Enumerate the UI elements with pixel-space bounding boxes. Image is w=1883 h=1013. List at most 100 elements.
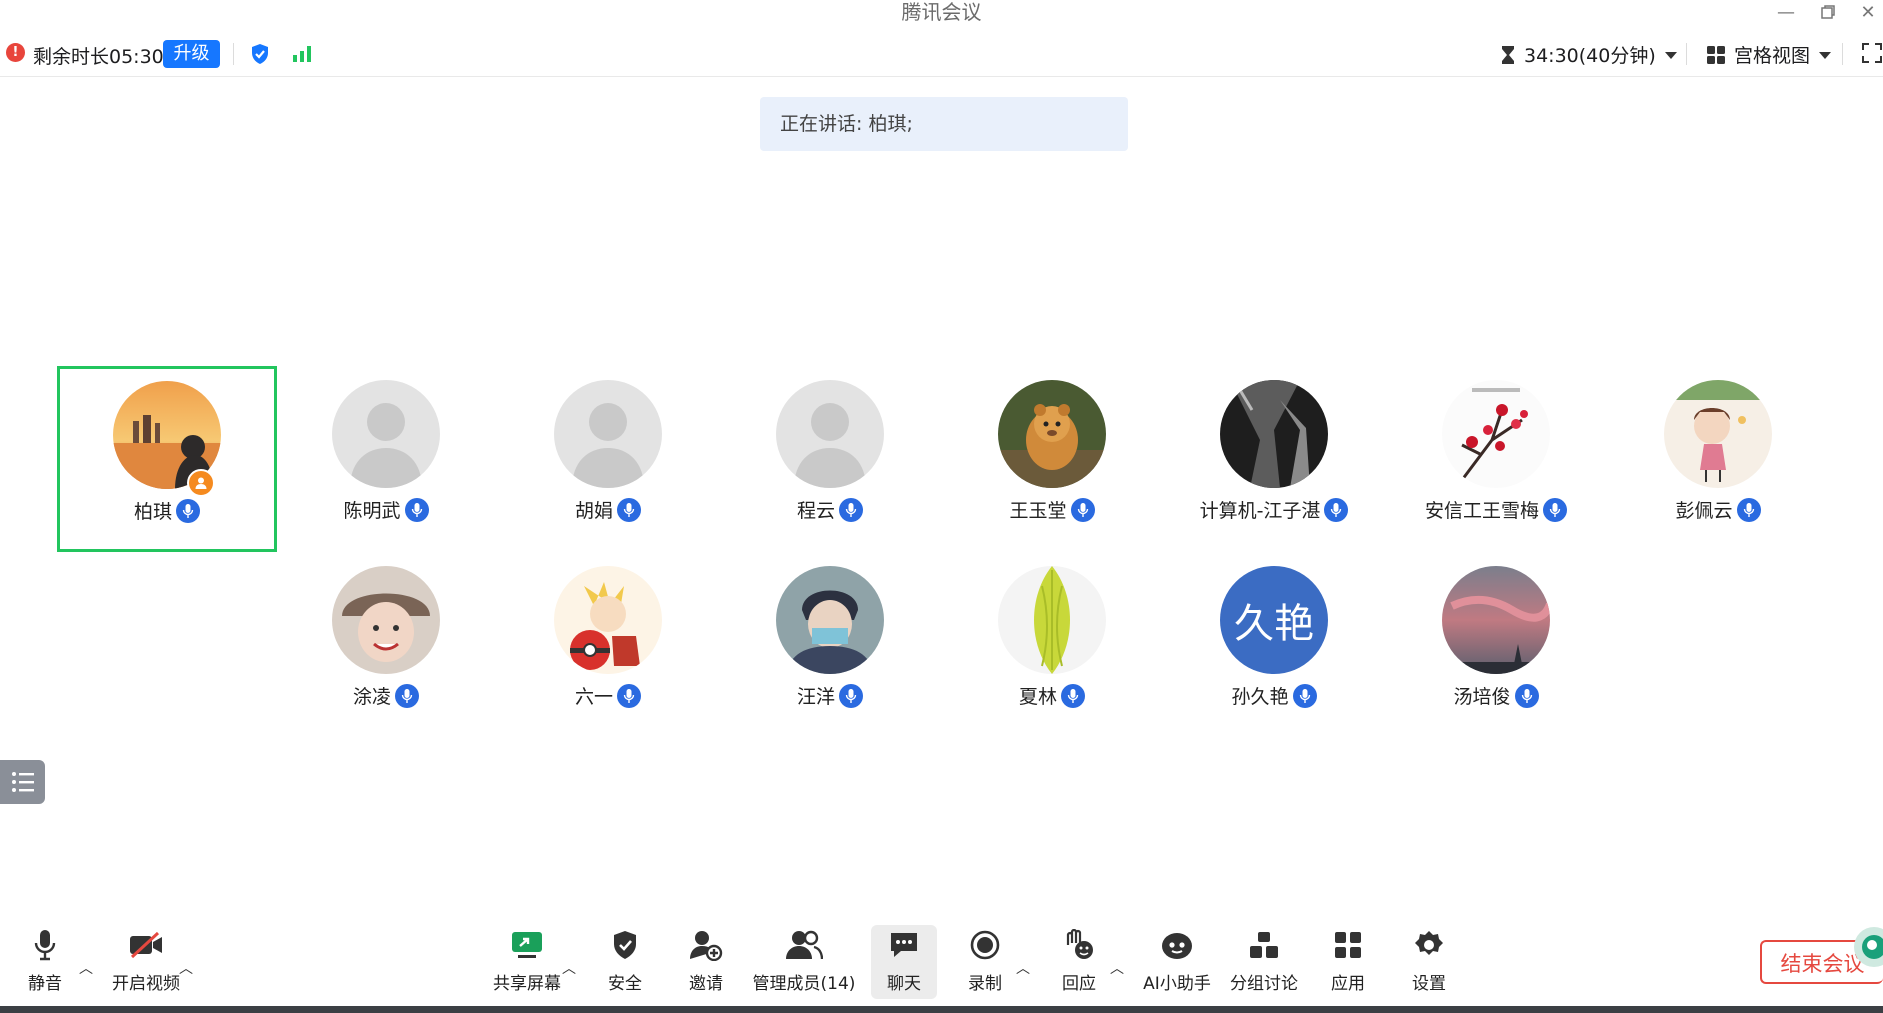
- participant-tile[interactable]: 胡娟: [498, 366, 718, 552]
- avatar: [332, 566, 440, 674]
- mute-label: 静音: [28, 974, 62, 994]
- ai-assistant-button[interactable]: AI小助手: [1140, 925, 1214, 999]
- participant-name-row: 胡娟: [498, 496, 718, 523]
- avatar: [554, 566, 662, 674]
- manage-members-button[interactable]: 管理成员(14): [753, 925, 855, 999]
- upgrade-button[interactable]: 升级: [163, 40, 220, 68]
- chevron-up-icon[interactable]: ︿: [179, 958, 193, 978]
- mic-icon: [395, 683, 419, 708]
- record-icon: [969, 925, 1001, 965]
- chevron-up-icon[interactable]: ︿: [562, 958, 576, 978]
- participant-name-row: 安信工王雪梅: [1386, 496, 1606, 523]
- apps-button[interactable]: 应用: [1323, 925, 1373, 999]
- grid-view-icon: [1707, 45, 1725, 64]
- caret-down-icon: [1819, 51, 1832, 59]
- participant-name: 陈明武: [343, 500, 401, 522]
- avatar: [1220, 380, 1328, 488]
- invite-button[interactable]: 邀请: [681, 925, 731, 999]
- participant-name-row: 计算机-江子湛: [1164, 496, 1384, 523]
- participant-tile[interactable]: 久艳 孙久艳: [1164, 552, 1384, 738]
- minimize-icon[interactable]: —: [1771, 0, 1801, 24]
- participant-tile[interactable]: 计算机-江子湛: [1164, 366, 1384, 552]
- floating-assistant-icon[interactable]: [1848, 925, 1883, 975]
- security-shield-icon[interactable]: [248, 42, 272, 70]
- restore-icon[interactable]: [1813, 0, 1843, 24]
- security-button[interactable]: 安全: [600, 925, 650, 999]
- participant-name: 王玉堂: [1009, 500, 1067, 522]
- bottom-edge-strip: [0, 1006, 1883, 1013]
- apps-icon: [1333, 925, 1363, 965]
- bottom-toolbar: 静音 ︿ 开启视频 ︿ 共享屏幕 ︿ 安全 邀请 管理成员(14) 聊天 录制 …: [0, 925, 1883, 1003]
- chat-label: 聊天: [887, 974, 921, 994]
- participant-tile[interactable]: 涂凌: [276, 552, 496, 738]
- active-speaker-banner: 正在讲话: 柏琪;: [760, 97, 1128, 151]
- view-mode-selector[interactable]: 宫格视图: [1706, 41, 1832, 68]
- member-list-toggle[interactable]: [0, 760, 45, 804]
- mute-button[interactable]: 静音: [20, 925, 70, 999]
- chevron-up-icon[interactable]: ︿: [1016, 958, 1030, 978]
- ai-assistant-icon: [1159, 925, 1195, 965]
- alert-icon: !: [6, 43, 25, 62]
- mic-icon: [1070, 497, 1095, 522]
- mic-icon: [617, 683, 641, 708]
- participant-name-row: 夏林: [942, 682, 1162, 709]
- participant-name-row: 程云: [720, 496, 940, 523]
- network-signal-icon[interactable]: [291, 42, 313, 68]
- participant-name: 彭佩云: [1675, 500, 1733, 522]
- ai-assistant-label: AI小助手: [1143, 974, 1211, 994]
- mic-icon: [404, 497, 429, 522]
- fullscreen-icon[interactable]: [1862, 43, 1882, 67]
- participant-tile[interactable]: 夏林: [942, 552, 1162, 738]
- remaining-time: 剩余时长05:30: [33, 46, 164, 68]
- chevron-up-icon[interactable]: ︿: [1110, 958, 1124, 978]
- participant-name: 汪洋: [796, 686, 835, 708]
- participant-name-row: 彭佩云: [1608, 496, 1828, 523]
- invite-label: 邀请: [689, 974, 723, 994]
- participant-name-row: 孙久艳: [1164, 682, 1384, 709]
- participant-tile[interactable]: 王玉堂: [942, 366, 1162, 552]
- breakout-rooms-icon: [1248, 925, 1280, 965]
- breakout-rooms-button[interactable]: 分组讨论: [1228, 925, 1300, 999]
- participant-name-row: 王玉堂: [942, 496, 1162, 523]
- divider: [1842, 43, 1843, 65]
- avatar: 久艳: [1220, 566, 1328, 674]
- participant-name-row: 六一: [498, 682, 718, 709]
- chevron-up-icon[interactable]: ︿: [79, 958, 93, 978]
- video-button[interactable]: 开启视频: [108, 925, 184, 999]
- hand-wave-icon: [1062, 925, 1096, 965]
- participant-name: 柏琪: [133, 501, 172, 523]
- participant-tile[interactable]: 陈明武: [276, 366, 496, 552]
- mic-icon: [839, 683, 863, 708]
- microphone-icon: [33, 925, 57, 965]
- avatar: [776, 380, 884, 488]
- participant-name-row: 汪洋: [720, 682, 940, 709]
- settings-button[interactable]: 设置: [1404, 925, 1454, 999]
- avatar: [998, 380, 1106, 488]
- participant-tile[interactable]: 彭佩云: [1608, 366, 1828, 552]
- participant-name-row: 陈明武: [276, 496, 496, 523]
- participant-tile[interactable]: 六一: [498, 552, 718, 738]
- participant-tile[interactable]: 安信工王雪梅: [1386, 366, 1606, 552]
- divider: [1686, 43, 1687, 65]
- participant-tile[interactable]: 汤培俊: [1386, 552, 1606, 738]
- share-screen-button[interactable]: 共享屏幕: [490, 925, 564, 999]
- reaction-button[interactable]: 回应: [1054, 925, 1104, 999]
- participant-tile[interactable]: 汪洋: [720, 552, 940, 738]
- reaction-label: 回应: [1062, 974, 1096, 994]
- participant-name: 胡娟: [574, 500, 613, 522]
- chat-button[interactable]: 聊天: [871, 925, 937, 999]
- gear-icon: [1413, 925, 1445, 965]
- participant-tile[interactable]: 柏琪: [57, 366, 277, 552]
- participant-name-row: 柏琪: [60, 497, 274, 524]
- participant-name: 涂凌: [352, 686, 391, 708]
- settings-label: 设置: [1412, 974, 1446, 994]
- participant-name: 孙久艳: [1231, 686, 1289, 708]
- members-icon: [785, 925, 823, 965]
- window-title: 腾讯会议: [901, 0, 982, 24]
- avatar: [998, 566, 1106, 674]
- participant-tile[interactable]: 程云: [720, 366, 940, 552]
- close-icon[interactable]: ✕: [1853, 0, 1883, 24]
- record-button[interactable]: 录制: [960, 925, 1010, 999]
- avatar-initials: 久艳: [1234, 601, 1314, 647]
- meeting-timer[interactable]: 34:30(40分钟): [1500, 41, 1678, 68]
